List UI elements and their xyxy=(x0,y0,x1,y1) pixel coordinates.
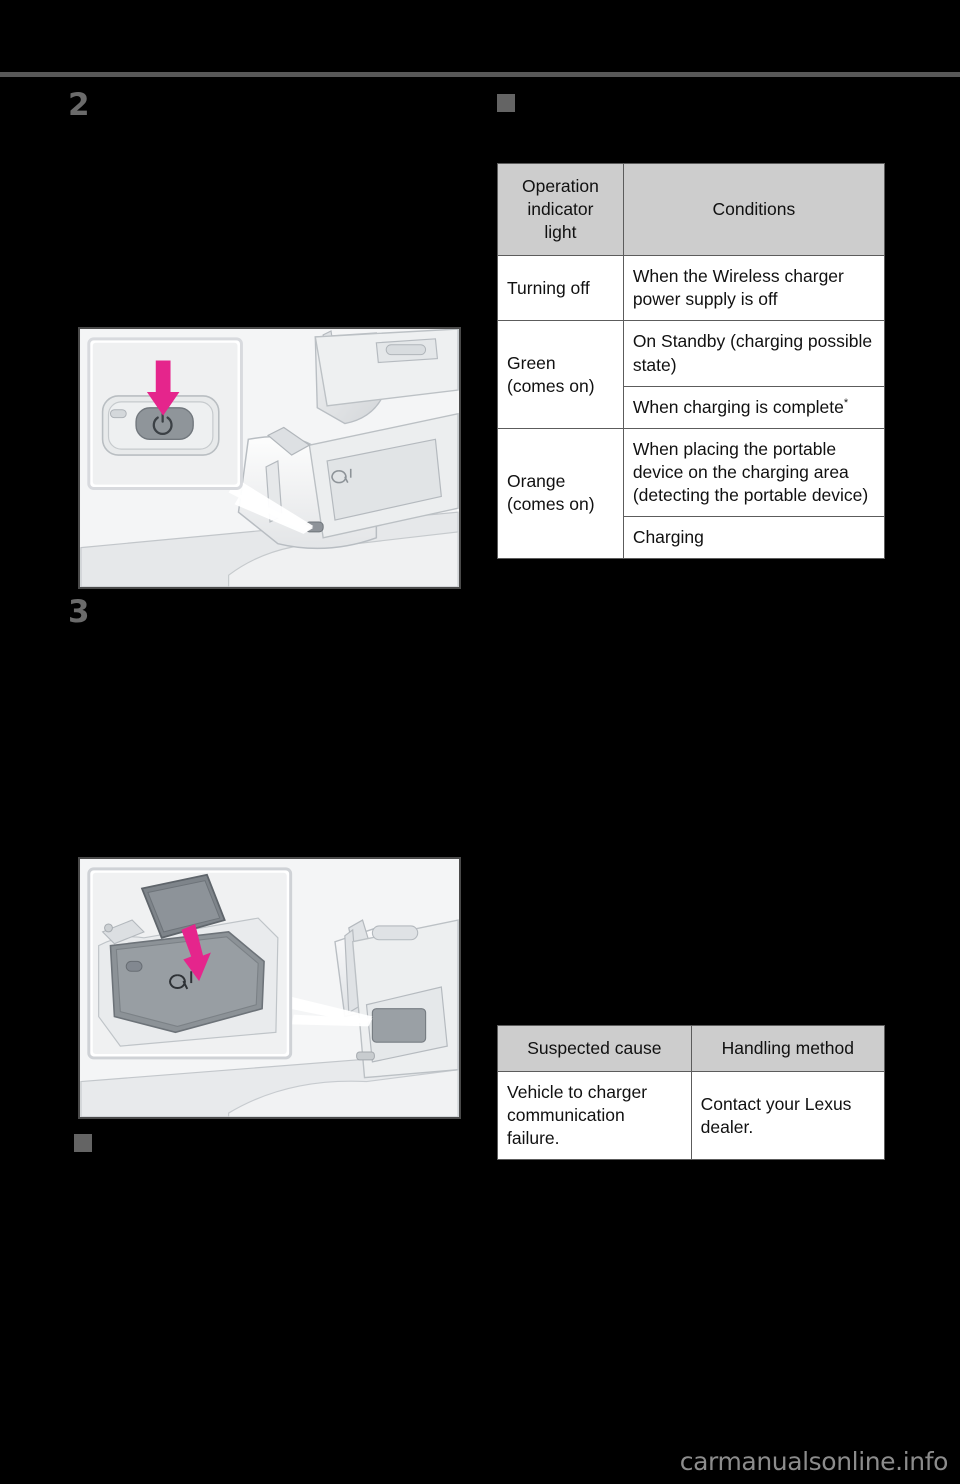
condition-charging: Charging xyxy=(622,516,886,560)
charging-complete-text: When charging is complete xyxy=(632,396,844,417)
green-label: Green xyxy=(507,352,556,373)
orange-sublabel: (comes on) xyxy=(507,494,595,515)
console-power-button-illustration xyxy=(78,327,461,589)
rear-display-screen xyxy=(371,1008,427,1043)
condition-charging-complete: When charging is complete* xyxy=(622,385,886,429)
step-number-3: 3 xyxy=(68,594,90,630)
right-section-bullet xyxy=(497,94,515,112)
condition-power-supply-off: When the Wireless charger power supply i… xyxy=(622,255,886,322)
condition-on-standby: On Standby (charging possible state) xyxy=(622,320,886,387)
header-line-3: light xyxy=(544,222,577,243)
indicator-light-green: Green (comes on) xyxy=(497,320,624,429)
col-header-conditions: Conditions xyxy=(622,162,886,257)
suspected-cause-value: Vehicle to charger communication failure… xyxy=(497,1071,692,1161)
header-line-2: indicator xyxy=(527,199,594,220)
console-power-button-svg xyxy=(80,329,459,587)
condition-placing-device: When placing the portable device on the … xyxy=(622,427,886,518)
indicator-light-turning-off: Turning off xyxy=(497,255,624,322)
handling-method-value: Contact your Lexus dealer. xyxy=(690,1071,886,1161)
header-line-1: Operation xyxy=(521,176,599,196)
table-row: Green (comes on) On Standby (charging po… xyxy=(497,320,886,429)
operation-indicator-light-table: Operation indicator light Conditions Tur… xyxy=(497,162,886,560)
site-watermark: carmanualsonline.info xyxy=(679,1447,949,1476)
table-row: Vehicle to charger communication failure… xyxy=(497,1071,886,1161)
col-header-suspected-cause: Suspected cause xyxy=(497,1024,692,1073)
footnote-marker: * xyxy=(843,396,849,409)
orange-label: Orange xyxy=(507,471,566,492)
table-row: Turning off When the Wireless charger po… xyxy=(497,255,886,322)
manual-page: 2 3 Operation indicator light Conditions… xyxy=(0,0,960,1484)
table-header-row: Operation indicator light Conditions xyxy=(497,162,886,257)
table-row: Orange (comes on) When placing the porta… xyxy=(497,427,886,560)
col-header-operation-indicator-light: Operation indicator light xyxy=(497,162,624,257)
phone-on-charging-pad-illustration xyxy=(78,857,461,1119)
phone-on-charging-pad-svg xyxy=(80,859,459,1117)
indicator-light-orange: Orange (comes on) xyxy=(497,427,624,560)
step-number-2: 2 xyxy=(68,87,90,123)
green-sublabel: (comes on) xyxy=(507,375,595,396)
table-header-row: Suspected cause Handling method xyxy=(497,1024,886,1073)
troubleshooting-table: Suspected cause Handling method Vehicle … xyxy=(497,1024,886,1161)
header-divider xyxy=(0,72,960,77)
col-header-handling-method: Handling method xyxy=(690,1024,886,1073)
left-section-bullet xyxy=(74,1134,92,1152)
